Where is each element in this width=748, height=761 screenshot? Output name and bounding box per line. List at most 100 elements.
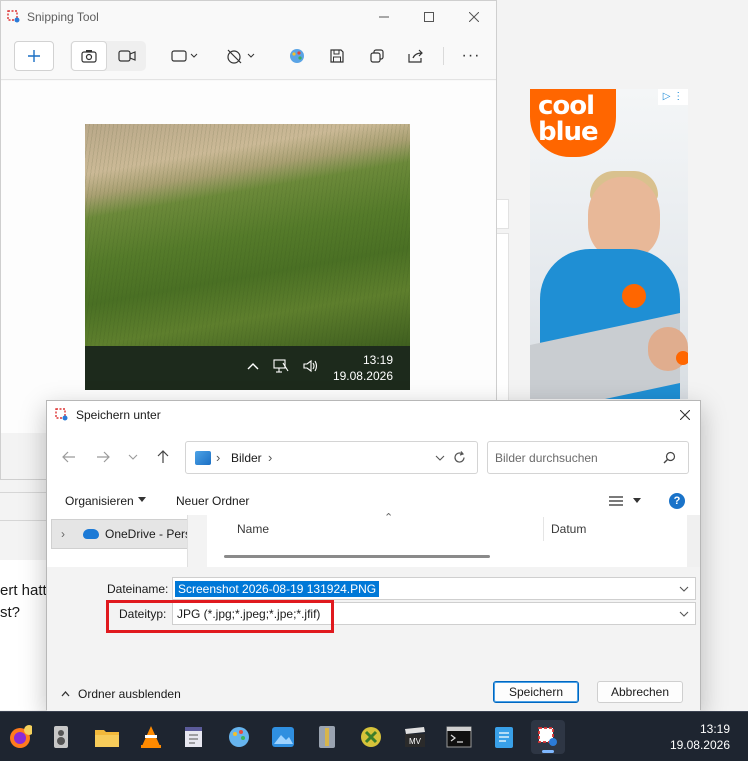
- logo-line: blue: [538, 117, 599, 147]
- expand-chevron-icon[interactable]: ›: [61, 527, 65, 541]
- copy-button[interactable]: [363, 41, 391, 71]
- maps-icon: [361, 727, 381, 747]
- paint-button[interactable]: [283, 41, 311, 71]
- snip-shape-button[interactable]: [165, 41, 205, 71]
- taskbar-date: 19.08.2026: [669, 738, 730, 752]
- help-button[interactable]: ?: [669, 493, 685, 509]
- share-icon: [408, 49, 423, 63]
- taskbar-maps[interactable]: [354, 720, 388, 754]
- pane-splitter[interactable]: [187, 515, 207, 567]
- logo-line: cool: [538, 91, 595, 121]
- photo-mode-button[interactable]: [71, 41, 107, 71]
- taskbar-snipping-tool[interactable]: [531, 720, 565, 754]
- breadcrumb-separator-icon[interactable]: ›: [268, 450, 272, 465]
- captured-clock: 13:19 19.08.2026: [333, 352, 393, 384]
- save-button[interactable]: Speichern: [493, 681, 579, 703]
- command-bar: Organisieren Neuer Ordner ?: [47, 487, 700, 515]
- speaker-icon: [54, 726, 68, 748]
- dialog-close-button[interactable]: [670, 401, 700, 429]
- ad-percent-badge: [676, 351, 688, 365]
- background-strip: [497, 233, 509, 403]
- back-button[interactable]: [57, 443, 81, 471]
- taskbar-notepad-plus[interactable]: [177, 720, 211, 754]
- volume-icon: [303, 359, 318, 373]
- chevron-down-icon[interactable]: [435, 455, 445, 461]
- captured-time: 13:19: [362, 353, 393, 367]
- navigation-bar: › Bilder › Bilder durchsuchen: [47, 429, 700, 487]
- vlc-icon: [141, 726, 161, 748]
- new-snip-button[interactable]: [14, 41, 54, 71]
- taskbar-clock[interactable]: 13:19 19.08.2026: [670, 721, 730, 753]
- palette-icon: [229, 727, 249, 747]
- coolblue-ad[interactable]: cool blue ▷ ⋮: [530, 89, 688, 399]
- caret-down-icon[interactable]: [633, 498, 641, 503]
- snipping-toolbar: ···: [1, 33, 496, 80]
- arrow-left-icon: [62, 451, 75, 463]
- browse-pane: › OneDrive - Persönlich ⌃ Name Datum: [47, 512, 700, 567]
- share-button[interactable]: [402, 41, 430, 71]
- taskbar-vlc[interactable]: [134, 720, 168, 754]
- recent-locations-button[interactable]: [121, 443, 145, 471]
- chevron-up-icon: [61, 691, 70, 697]
- up-button[interactable]: [151, 443, 175, 471]
- adchoices-icon[interactable]: ▷ ⋮: [658, 89, 688, 105]
- cancel-button[interactable]: Abbrechen: [597, 681, 683, 703]
- taskbar-paint[interactable]: [222, 720, 256, 754]
- new-folder-button[interactable]: Neuer Ordner: [176, 494, 249, 508]
- copy-icon: [370, 49, 384, 63]
- save-icon: [330, 49, 344, 63]
- view-options-icon[interactable]: [609, 495, 623, 507]
- column-date[interactable]: Datum: [551, 522, 586, 536]
- timer-off-icon: [227, 49, 255, 64]
- more-options-button[interactable]: ···: [456, 41, 486, 71]
- filename-field[interactable]: Screenshot 2026-08-19 131924.PNG: [172, 577, 696, 600]
- plus-icon: [28, 50, 40, 62]
- snipping-tool-icon: [55, 408, 68, 421]
- nav-item-onedrive[interactable]: › OneDrive - Persönlich: [51, 519, 189, 549]
- search-box[interactable]: Bilder durchsuchen: [487, 441, 689, 474]
- filename-value[interactable]: Screenshot 2026-08-19 131924.PNG: [175, 581, 380, 597]
- notepad-plus-icon: [185, 727, 202, 747]
- arrow-up-icon: [157, 450, 169, 463]
- notepad-icon: [495, 727, 513, 748]
- taskbar-archive[interactable]: [310, 720, 344, 754]
- address-bar[interactable]: › Bilder ›: [185, 441, 478, 474]
- window-title: Snipping Tool: [27, 10, 99, 24]
- captured-taskbar: 13:19 19.08.2026: [85, 346, 410, 390]
- taskbar-firefox[interactable]: [3, 720, 37, 754]
- taskbar-time: 13:19: [699, 722, 730, 736]
- movie-clapper-icon: MV: [405, 727, 425, 747]
- save-button[interactable]: [323, 41, 351, 71]
- column-separator[interactable]: [543, 517, 544, 541]
- minimize-button[interactable]: [361, 1, 407, 33]
- maximize-button[interactable]: [406, 1, 452, 33]
- close-button[interactable]: [451, 1, 497, 33]
- horizontal-scrollbar[interactable]: [224, 555, 490, 558]
- save-as-dialog: Speichern unter › Bilder › Bilder durchs…: [46, 400, 701, 711]
- taskbar-notepad[interactable]: [487, 720, 521, 754]
- organize-button[interactable]: Organisieren: [65, 494, 134, 508]
- column-name[interactable]: Name: [237, 522, 269, 536]
- dialog-title-bar: Speichern unter: [47, 401, 700, 429]
- taskbar-speaker-app[interactable]: [44, 720, 78, 754]
- chevron-down-icon[interactable]: [679, 586, 689, 592]
- taskbar-movie-maker[interactable]: MV: [398, 720, 432, 754]
- file-list-header: ⌃ Name Datum: [207, 512, 687, 543]
- taskbar-terminal[interactable]: [442, 720, 476, 754]
- vertical-scrollbar[interactable]: [687, 515, 700, 567]
- forward-button[interactable]: [91, 443, 115, 471]
- search-icon: [663, 451, 676, 464]
- network-icon: [273, 359, 289, 373]
- chevron-down-icon[interactable]: [679, 611, 689, 617]
- refresh-button[interactable]: [445, 443, 473, 471]
- grass-field-image: [85, 124, 410, 346]
- taskbar-file-explorer[interactable]: [90, 720, 124, 754]
- video-mode-button[interactable]: [109, 41, 145, 71]
- close-icon: [680, 410, 690, 420]
- caret-down-icon: [138, 497, 146, 502]
- delay-button[interactable]: [221, 41, 261, 71]
- breadcrumb-pictures[interactable]: Bilder: [231, 451, 262, 465]
- rectangle-mode-icon: [171, 50, 198, 62]
- pictures-folder-icon: [195, 451, 211, 465]
- taskbar-photos[interactable]: [266, 720, 300, 754]
